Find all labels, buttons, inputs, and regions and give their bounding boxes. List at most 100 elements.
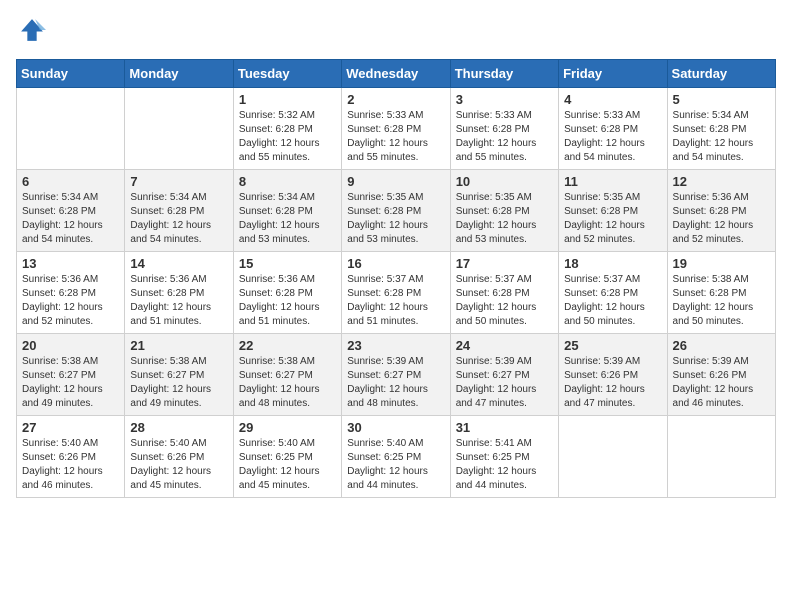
calendar-cell: 6Sunrise: 5:34 AM Sunset: 6:28 PM Daylig… — [17, 170, 125, 252]
calendar-cell: 19Sunrise: 5:38 AM Sunset: 6:28 PM Dayli… — [667, 252, 775, 334]
day-number: 16 — [347, 256, 444, 271]
calendar-cell: 4Sunrise: 5:33 AM Sunset: 6:28 PM Daylig… — [559, 88, 667, 170]
day-info: Sunrise: 5:33 AM Sunset: 6:28 PM Dayligh… — [456, 109, 553, 165]
day-info: Sunrise: 5:36 AM Sunset: 6:28 PM Dayligh… — [239, 273, 336, 329]
day-info: Sunrise: 5:39 AM Sunset: 6:26 PM Dayligh… — [673, 355, 770, 411]
day-info: Sunrise: 5:36 AM Sunset: 6:28 PM Dayligh… — [22, 273, 119, 329]
calendar-cell: 1 Sunrise: 5:32 AM Sunset: 6:28 PM Daylig… — [233, 88, 341, 170]
day-info: Sunrise: 5:39 AM Sunset: 6:26 PM Dayligh… — [564, 355, 661, 411]
calendar-week-row: 6 Sunrise: 5:34 AM Sunset: 6:28 PM Daylig… — [17, 170, 776, 252]
day-number: 20 — [22, 338, 119, 353]
calendar-cell — [559, 416, 667, 498]
day-info: Sunrise: 5:40 AM Sunset: 6:25 PM Dayligh… — [239, 437, 336, 493]
calendar-cell: 23 Sunrise: 5:39 AM Sunset: 6:27 PM Dayli… — [342, 334, 450, 416]
day-number: 1 — [239, 92, 336, 107]
day-info: Sunrise: 5:39 AM Sunset: 6:27 PM Dayligh… — [347, 355, 444, 411]
day-info: Sunrise: 5:40 AM Sunset: 6:26 PM Dayligh… — [22, 437, 119, 493]
day-info: Sunrise: 5:33 AM Sunset: 6:28 PM Dayligh… — [564, 109, 661, 165]
day-info: Sunrise: 5:41 AM Sunset: 6:25 PM Dayligh… — [456, 437, 553, 493]
calendar-cell — [667, 416, 775, 498]
calendar-header-saturday: Saturday — [667, 60, 775, 88]
day-number: 17 — [456, 256, 553, 271]
logo — [16, 16, 48, 49]
calendar-cell: 26 Sunrise: 5:39 AM Sunset: 6:26 PM Dayli… — [667, 334, 775, 416]
day-number: 27 — [22, 420, 119, 435]
day-info: Sunrise: 5:34 AM Sunset: 6:28 PM Dayligh… — [130, 191, 227, 247]
day-number: 24 — [456, 338, 553, 353]
calendar-week-row: 13 Sunrise: 5:36 AM Sunset: 6:28 PM Dayli… — [17, 252, 776, 334]
calendar-header-sunday: Sunday — [17, 60, 125, 88]
day-number: 13 — [22, 256, 119, 271]
calendar-cell: 16 Sunrise: 5:37 AM Sunset: 6:28 PM Dayli… — [342, 252, 450, 334]
calendar-week-row: 20 Sunrise: 5:38 AM Sunset: 6:27 PM Dayli… — [17, 334, 776, 416]
calendar-header-thursday: Thursday — [450, 60, 558, 88]
calendar-cell: 17Sunrise: 5:37 AM Sunset: 6:28 PM Dayli… — [450, 252, 558, 334]
calendar-cell: 27 Sunrise: 5:40 AM Sunset: 6:26 PM Dayli… — [17, 416, 125, 498]
day-info: Sunrise: 5:36 AM Sunset: 6:28 PM Dayligh… — [673, 191, 770, 247]
day-number: 9 — [347, 174, 444, 189]
calendar-cell: 3 Sunrise: 5:33 AM Sunset: 6:28 PM Daylig… — [450, 88, 558, 170]
day-info: Sunrise: 5:35 AM Sunset: 6:28 PM Dayligh… — [347, 191, 444, 247]
day-number: 18 — [564, 256, 661, 271]
calendar-cell: 9 Sunrise: 5:35 AM Sunset: 6:28 PM Daylig… — [342, 170, 450, 252]
calendar-header-wednesday: Wednesday — [342, 60, 450, 88]
day-info: Sunrise: 5:40 AM Sunset: 6:26 PM Dayligh… — [130, 437, 227, 493]
calendar-cell: 7Sunrise: 5:34 AM Sunset: 6:28 PM Daylig… — [125, 170, 233, 252]
calendar-cell: 11 Sunrise: 5:35 AM Sunset: 6:28 PM Dayli… — [559, 170, 667, 252]
calendar-cell: 15 Sunrise: 5:36 AM Sunset: 6:28 PM Dayli… — [233, 252, 341, 334]
day-number: 2 — [347, 92, 444, 107]
calendar-cell: 12 Sunrise: 5:36 AM Sunset: 6:28 PM Dayli… — [667, 170, 775, 252]
day-info: Sunrise: 5:37 AM Sunset: 6:28 PM Dayligh… — [347, 273, 444, 329]
calendar-cell — [17, 88, 125, 170]
calendar-cell: 24 Sunrise: 5:39 AM Sunset: 6:27 PM Dayli… — [450, 334, 558, 416]
calendar-week-row: 1 Sunrise: 5:32 AM Sunset: 6:28 PM Daylig… — [17, 88, 776, 170]
calendar-cell: 2 Sunrise: 5:33 AM Sunset: 6:28 PM Daylig… — [342, 88, 450, 170]
day-number: 28 — [130, 420, 227, 435]
calendar-cell: 8Sunrise: 5:34 AM Sunset: 6:28 PM Daylig… — [233, 170, 341, 252]
logo-icon — [18, 16, 46, 44]
calendar-cell: 13 Sunrise: 5:36 AM Sunset: 6:28 PM Dayli… — [17, 252, 125, 334]
day-number: 31 — [456, 420, 553, 435]
calendar-cell: 31 Sunrise: 5:41 AM Sunset: 6:25 PM Dayli… — [450, 416, 558, 498]
calendar-cell: 18Sunrise: 5:37 AM Sunset: 6:28 PM Dayli… — [559, 252, 667, 334]
day-number: 12 — [673, 174, 770, 189]
calendar-cell: 20 Sunrise: 5:38 AM Sunset: 6:27 PM Dayli… — [17, 334, 125, 416]
day-number: 21 — [130, 338, 227, 353]
calendar-cell: 29Sunrise: 5:40 AM Sunset: 6:25 PM Dayli… — [233, 416, 341, 498]
day-info: Sunrise: 5:38 AM Sunset: 6:27 PM Dayligh… — [22, 355, 119, 411]
day-info: Sunrise: 5:34 AM Sunset: 6:28 PM Dayligh… — [673, 109, 770, 165]
calendar-cell: 10Sunrise: 5:35 AM Sunset: 6:28 PM Dayli… — [450, 170, 558, 252]
day-number: 15 — [239, 256, 336, 271]
calendar-cell: 28 Sunrise: 5:40 AM Sunset: 6:26 PM Dayli… — [125, 416, 233, 498]
calendar-cell: 5 Sunrise: 5:34 AM Sunset: 6:28 PM Daylig… — [667, 88, 775, 170]
day-info: Sunrise: 5:35 AM Sunset: 6:28 PM Dayligh… — [564, 191, 661, 247]
day-info: Sunrise: 5:32 AM Sunset: 6:28 PM Dayligh… — [239, 109, 336, 165]
day-info: Sunrise: 5:38 AM Sunset: 6:27 PM Dayligh… — [130, 355, 227, 411]
day-number: 11 — [564, 174, 661, 189]
calendar-header-friday: Friday — [559, 60, 667, 88]
day-info: Sunrise: 5:33 AM Sunset: 6:28 PM Dayligh… — [347, 109, 444, 165]
calendar-cell — [125, 88, 233, 170]
calendar-cell: 30 Sunrise: 5:40 AM Sunset: 6:25 PM Dayli… — [342, 416, 450, 498]
day-info: Sunrise: 5:38 AM Sunset: 6:27 PM Dayligh… — [239, 355, 336, 411]
day-number: 25 — [564, 338, 661, 353]
calendar-cell: 25 Sunrise: 5:39 AM Sunset: 6:26 PM Dayli… — [559, 334, 667, 416]
calendar-header-tuesday: Tuesday — [233, 60, 341, 88]
day-info: Sunrise: 5:36 AM Sunset: 6:28 PM Dayligh… — [130, 273, 227, 329]
day-number: 6 — [22, 174, 119, 189]
day-info: Sunrise: 5:40 AM Sunset: 6:25 PM Dayligh… — [347, 437, 444, 493]
calendar-cell: 22 Sunrise: 5:38 AM Sunset: 6:27 PM Dayli… — [233, 334, 341, 416]
day-number: 3 — [456, 92, 553, 107]
day-number: 30 — [347, 420, 444, 435]
calendar-header-row: SundayMondayTuesdayWednesdayThursdayFrid… — [17, 60, 776, 88]
day-number: 8 — [239, 174, 336, 189]
day-number: 5 — [673, 92, 770, 107]
calendar-cell: 21 Sunrise: 5:38 AM Sunset: 6:27 PM Dayli… — [125, 334, 233, 416]
calendar-cell: 14Sunrise: 5:36 AM Sunset: 6:28 PM Dayli… — [125, 252, 233, 334]
day-number: 10 — [456, 174, 553, 189]
day-number: 23 — [347, 338, 444, 353]
day-info: Sunrise: 5:39 AM Sunset: 6:27 PM Dayligh… — [456, 355, 553, 411]
day-number: 26 — [673, 338, 770, 353]
day-number: 22 — [239, 338, 336, 353]
calendar-header-monday: Monday — [125, 60, 233, 88]
